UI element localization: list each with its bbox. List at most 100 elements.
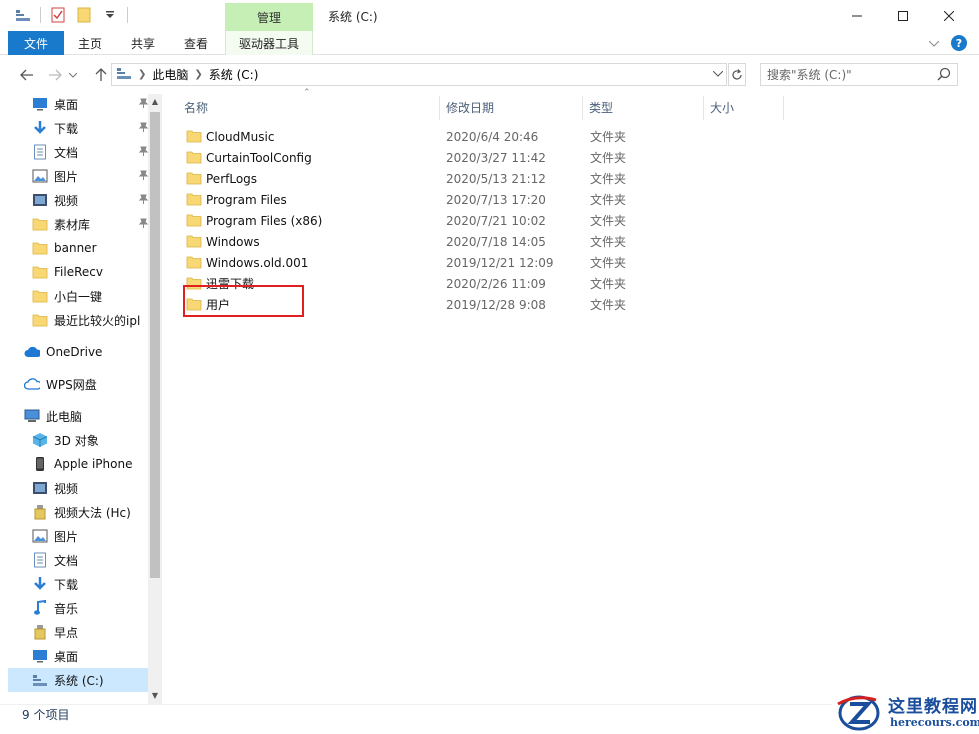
search-input[interactable]: 搜索"系统 (C:)": [760, 63, 958, 86]
pin-icon[interactable]: [138, 170, 148, 183]
drive-icon[interactable]: [14, 6, 32, 24]
tab-share[interactable]: 共享: [121, 31, 165, 55]
navigation-pane-scrollbar[interactable]: ▲ ▼: [148, 94, 162, 704]
sidebar-item-label: 素材库: [54, 217, 91, 232]
sidebar-item-label: 图片: [54, 169, 79, 184]
sidebar-item[interactable]: 视频大法 (Hc): [8, 500, 148, 524]
sidebar-item[interactable]: 小白一键: [8, 284, 148, 308]
column-name-label: 名称: [184, 100, 209, 115]
sidebar-item[interactable]: 文档: [8, 548, 148, 572]
address-dropdown-icon[interactable]: [712, 67, 724, 80]
pin-icon[interactable]: [138, 218, 148, 231]
music-icon: [32, 600, 48, 616]
sidebar-item[interactable]: 桌面: [8, 644, 148, 668]
recent-locations-button[interactable]: [66, 65, 80, 85]
sidebar-item[interactable]: 系统 (C:): [8, 668, 148, 692]
new-folder-icon[interactable]: [75, 6, 93, 24]
breadcrumb-chevron-icon[interactable]: ❯: [194, 69, 202, 80]
scrollbar-thumb[interactable]: [150, 112, 160, 578]
file-name: CurtainToolConfig: [206, 150, 312, 165]
folder-icon: [186, 171, 202, 185]
sidebar-item[interactable]: 素材库: [8, 212, 148, 236]
pin-icon[interactable]: [138, 98, 148, 111]
pin-icon[interactable]: [138, 146, 148, 159]
cube-icon: [32, 432, 48, 448]
up-arrow-icon: [95, 68, 107, 81]
file-row[interactable]: PerfLogs 2020/5/13 21:12 文件夹: [182, 168, 652, 189]
scroll-up-icon[interactable]: ▲: [148, 94, 162, 108]
close-icon: [944, 11, 954, 21]
file-row[interactable]: Windows.old.001 2019/12/21 12:09 文件夹: [182, 252, 652, 273]
breadcrumb-this-pc[interactable]: 此电脑: [152, 66, 188, 83]
sidebar-item[interactable]: FileRecv: [8, 260, 148, 284]
column-header-date[interactable]: 修改日期: [440, 96, 582, 118]
sidebar-item[interactable]: 图片: [8, 524, 148, 548]
column-header-type[interactable]: 类型: [583, 96, 703, 118]
minimize-button[interactable]: [834, 0, 880, 32]
back-button[interactable]: [16, 65, 38, 85]
folder-icon: [186, 213, 202, 227]
file-type: 文件夹: [590, 277, 627, 291]
file-row[interactable]: Windows 2020/7/18 14:05 文件夹: [182, 231, 652, 252]
file-row[interactable]: Program Files 2020/7/13 17:20 文件夹: [182, 189, 652, 210]
folder-icon: [32, 264, 48, 280]
folder-icon: [186, 150, 202, 164]
sidebar-item-label: Apple iPhone: [54, 457, 133, 471]
sidebar-item-label: 视频: [54, 481, 79, 496]
tab-file[interactable]: 文件: [8, 31, 64, 55]
properties-icon[interactable]: [49, 6, 67, 24]
close-button[interactable]: [926, 0, 972, 32]
scroll-down-icon[interactable]: ▼: [148, 688, 162, 702]
sidebar-item[interactable]: 桌面: [8, 92, 148, 116]
up-button[interactable]: [90, 65, 112, 85]
file-type: 文件夹: [590, 298, 627, 312]
context-tab-manage[interactable]: 管理: [225, 3, 313, 31]
chevron-down-icon: [69, 72, 77, 78]
column-divider[interactable]: [783, 96, 784, 120]
breadcrumb-drive-c[interactable]: 系统 (C:): [209, 66, 259, 83]
file-date: 2020/5/13 21:12: [446, 171, 546, 186]
sidebar-item[interactable]: 最近比较火的ipl: [8, 308, 148, 332]
folder-icon: [186, 234, 202, 248]
sidebar-item[interactable]: 音乐: [8, 596, 148, 620]
sidebar-item[interactable]: OneDrive: [8, 340, 148, 364]
sidebar-item[interactable]: 此电脑: [8, 404, 148, 428]
sidebar-item[interactable]: 文档: [8, 140, 148, 164]
help-icon[interactable]: ?: [951, 35, 967, 51]
file-type: 文件夹: [590, 172, 627, 186]
file-row[interactable]: CurtainToolConfig 2020/3/27 11:42 文件夹: [182, 147, 652, 168]
file-row[interactable]: CloudMusic 2020/6/4 20:46 文件夹: [182, 126, 652, 147]
forward-button[interactable]: [44, 65, 66, 85]
watermark-url: herecours.com: [890, 716, 979, 729]
breadcrumb-chevron-icon[interactable]: ❯: [138, 69, 146, 80]
column-header-name[interactable]: 名称: [178, 96, 440, 118]
tab-drive-tools[interactable]: 驱动器工具: [225, 31, 313, 55]
tab-home[interactable]: 主页: [68, 31, 112, 55]
sidebar-item[interactable]: WPS网盘: [8, 372, 148, 396]
sidebar-item[interactable]: Apple iPhone: [8, 452, 148, 476]
navigation-bar: ❯ 此电脑 ❯ 系统 (C:) 搜索"系统 (C:)": [0, 58, 979, 92]
sidebar-item[interactable]: banner: [8, 236, 148, 260]
column-header-size[interactable]: 大小: [704, 96, 784, 118]
document-icon: [32, 144, 48, 160]
address-bar[interactable]: ❯ 此电脑 ❯ 系统 (C:): [111, 63, 727, 86]
pin-icon[interactable]: [138, 122, 148, 135]
refresh-button[interactable]: [728, 63, 746, 86]
maximize-button[interactable]: [880, 0, 926, 32]
customize-dropdown-icon[interactable]: [101, 6, 119, 24]
sidebar-item[interactable]: 图片: [8, 164, 148, 188]
sidebar-item[interactable]: 早点: [8, 620, 148, 644]
expand-ribbon-icon[interactable]: [928, 36, 940, 50]
sidebar-item[interactable]: 3D 对象: [8, 428, 148, 452]
file-date: 2019/12/28 9:08: [446, 297, 546, 312]
sidebar-item[interactable]: 视频: [8, 476, 148, 500]
search-icon[interactable]: [937, 67, 951, 84]
sidebar-item[interactable]: 视频: [8, 188, 148, 212]
pin-icon[interactable]: [138, 194, 148, 207]
tab-view[interactable]: 查看: [174, 31, 218, 55]
file-row[interactable]: Program Files (x86) 2020/7/21 10:02 文件夹: [182, 210, 652, 231]
sidebar-item[interactable]: 下载: [8, 572, 148, 596]
sidebar-item-label: 桌面: [54, 649, 79, 664]
sidebar-item[interactable]: 下载: [8, 116, 148, 140]
refresh-icon: [732, 68, 742, 80]
